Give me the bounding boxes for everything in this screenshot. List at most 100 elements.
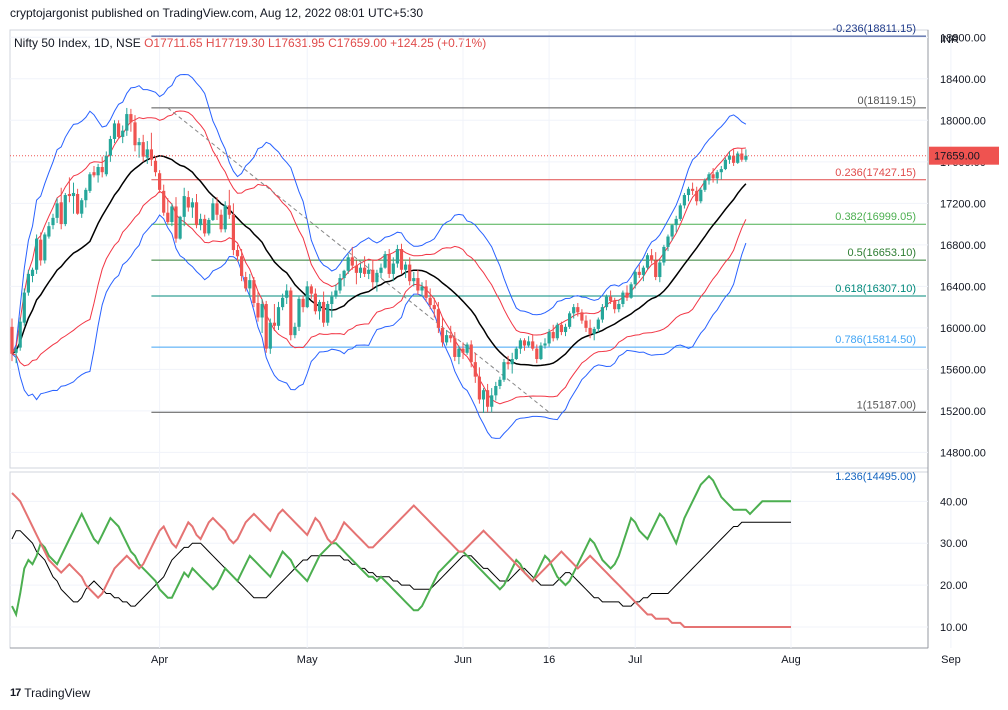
x-tick-label: Aug [781,654,801,666]
candle-body [494,386,498,396]
bollinger-inner-lower [11,190,747,405]
candle-body [371,269,375,283]
candle-body [604,296,609,308]
fib-level-label: 0.786(15814.50) [835,334,916,346]
candle-body [531,341,535,349]
candle-body [404,264,408,270]
candle-body [268,322,272,349]
fib-level-label: -0.236(18811.15) [832,23,916,35]
y-tick-label: 16400.00 [940,281,986,293]
y-tick-label: 16800.00 [940,240,986,252]
candle-body [203,218,207,234]
candle-body [539,345,543,360]
candle-body [670,225,674,237]
candle-body [588,327,592,335]
price-chart[interactable]: Apr May Jun 16 Jul Aug Sep18800.0018400.001800… [0,0,1008,710]
candle-body [285,290,289,298]
candle-body [76,193,80,214]
candle-body [584,320,588,328]
candle-body [481,390,486,400]
dmi-series-line [11,474,791,618]
candle-body [39,239,43,261]
candle-body [231,214,235,251]
candle-body [182,196,186,217]
candle-body [416,278,420,291]
fib-level-label: 0.5(16653.10) [848,247,917,259]
candle-body [514,348,518,360]
candle-body [580,312,584,321]
candle-body [186,197,190,208]
fib-level-label: 0.618(16307.10) [835,283,916,295]
candle-body [71,192,76,197]
y-tick-label: 15200.00 [940,406,986,418]
candle-body [317,301,322,312]
candle-body [477,376,481,400]
fib-level-label: 0(18119.15) [857,95,916,107]
candle-body [47,226,51,237]
candle-body [682,195,686,206]
candle-body [506,362,510,365]
candle-body [133,122,137,146]
candle-body [723,159,727,170]
candle-body [18,321,22,348]
candle-body [629,284,633,298]
candle-body [190,202,194,208]
candle-body [149,149,153,160]
candle-body [469,344,473,363]
candle-body [244,277,248,289]
candle-body [350,257,354,266]
candle-body [740,153,744,160]
candle-body [211,203,215,220]
candle-body [51,217,55,226]
candle-body [367,269,371,274]
candle-body [707,174,711,181]
x-tick-label: Sep [941,654,961,666]
candle-body [457,348,461,357]
candle-body [313,293,317,312]
candle-body [272,322,276,326]
candle-body [719,169,723,173]
candle-body [330,296,334,305]
candle-body [428,297,432,306]
candle-body [486,390,490,407]
candle-body [59,202,63,225]
candle-body [153,160,158,173]
bollinger-outer-lower [11,214,747,439]
candle-body [633,271,637,285]
candle-body [289,290,293,336]
candle-body [662,246,666,263]
candle-body [686,188,691,196]
tradingview-logo-icon: 17 [10,687,21,699]
candle-body [379,267,383,273]
indicator-tick-label: 10.00 [940,622,968,634]
candle-body [592,328,596,335]
candle-body [674,218,678,226]
fib-level-label: 0.382(16999.05) [835,211,916,223]
candle-body [572,307,576,314]
candle-body [596,319,600,329]
candle-body [30,269,35,276]
candle-body [650,255,654,261]
candle-body [699,189,703,202]
candle-body [666,236,670,247]
candle-body [125,114,129,131]
candle-body [358,267,363,273]
candle-body [732,155,736,163]
candle-body [518,340,522,349]
candle-body [80,200,84,214]
candle-body [219,214,223,230]
candle-body [420,286,424,291]
candle-body [715,172,719,179]
y-tick-label: 14800.00 [940,447,986,459]
candle-body [645,255,650,268]
candle-body [432,305,436,310]
candle-body [654,260,658,278]
candle-body [408,264,412,282]
candle-body [621,292,625,305]
currency-label: INR [940,34,959,46]
candle-body [215,203,219,215]
candle-body [194,202,199,226]
candle-body [395,249,399,264]
candle-body [453,338,457,357]
candle-body [223,205,227,230]
